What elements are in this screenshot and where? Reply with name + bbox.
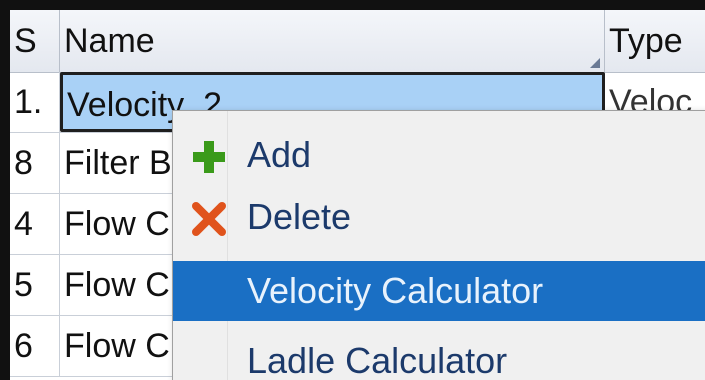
row-index: 5 [10, 255, 60, 315]
grid-header: S Name Type [10, 10, 705, 73]
plus-icon [187, 125, 231, 185]
x-icon [187, 187, 231, 247]
menu-item-delete[interactable]: Delete [173, 187, 705, 247]
context-menu: Add Delete Velocity Calculator Ladle Cal… [172, 110, 705, 380]
menu-item-label: Add [247, 134, 312, 175]
resize-grip-icon [590, 58, 600, 68]
menu-item-label: Delete [247, 196, 352, 237]
row-index: 1. [10, 72, 60, 132]
app-frame: S Name Type 1. Velocity_2 Veloc 8 Filter… [0, 0, 705, 380]
menu-item-label: Ladle Calculator [247, 340, 508, 380]
menu-item-ladle-calculator[interactable]: Ladle Calculator [173, 331, 705, 380]
row-index: 4 [10, 194, 60, 254]
menu-item-add[interactable]: Add [173, 125, 705, 185]
row-index: 6 [10, 316, 60, 376]
menu-item-label: Velocity Calculator [247, 270, 544, 311]
row-index: 8 [10, 133, 60, 193]
column-header-type[interactable]: Type [605, 10, 705, 72]
column-header-name[interactable]: Name [60, 10, 605, 72]
column-header-s[interactable]: S [10, 10, 60, 72]
column-header-name-label: Name [64, 22, 155, 60]
menu-item-velocity-calculator[interactable]: Velocity Calculator [173, 261, 705, 321]
